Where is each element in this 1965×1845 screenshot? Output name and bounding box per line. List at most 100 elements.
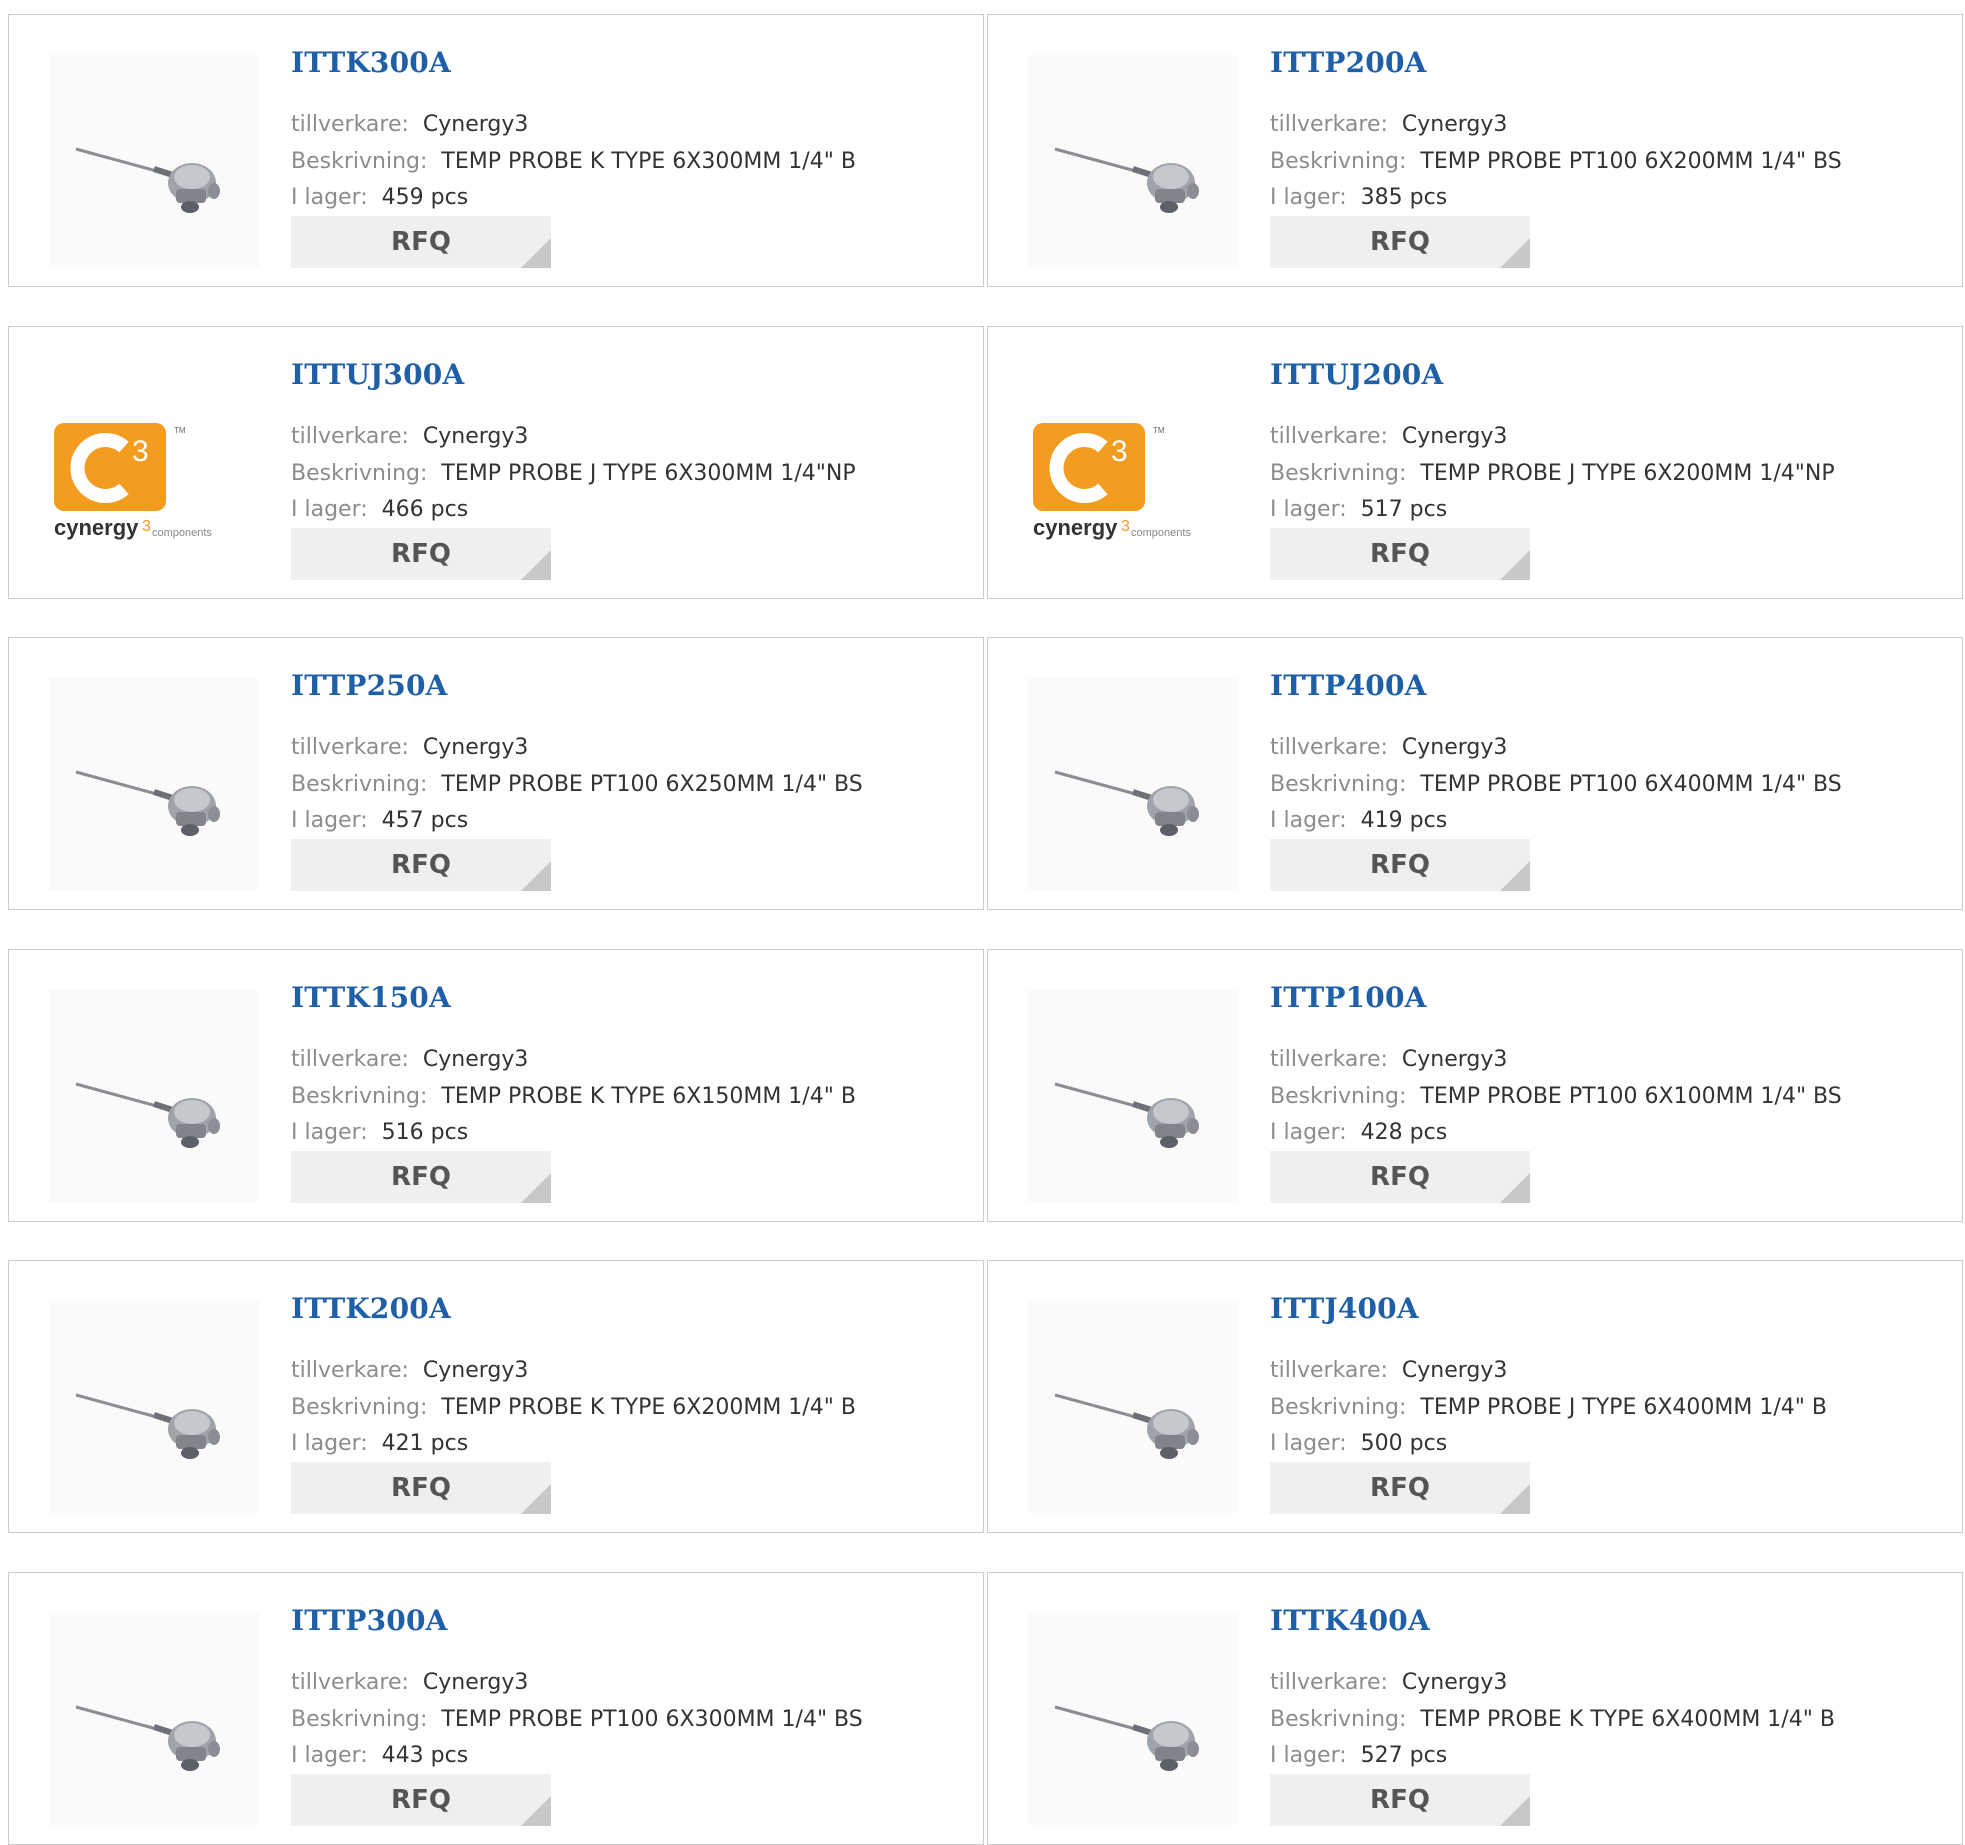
corner-fold-icon xyxy=(521,238,551,268)
stock-row: I lager: 428 pcs xyxy=(1270,1119,1447,1147)
part-number-link[interactable]: ITTP300A xyxy=(291,1604,448,1637)
svg-text:cynergy: cynergy xyxy=(1033,515,1118,540)
rfq-button[interactable]: RFQ xyxy=(1270,528,1530,580)
stock-row: I lager: 527 pcs xyxy=(1270,1742,1447,1770)
rfq-label: RFQ xyxy=(1370,227,1430,257)
product-image[interactable] xyxy=(1028,1301,1238,1513)
corner-fold-icon xyxy=(521,1173,551,1203)
description-row: Beskrivning: TEMP PROBE PT100 6X400MM 1/4… xyxy=(1270,771,1842,799)
stock-label: I lager: xyxy=(1270,1743,1347,1768)
description-label: Beskrivning: xyxy=(291,149,428,174)
rfq-button[interactable]: RFQ xyxy=(291,528,551,580)
product-card: ITTP250A tillverkare: Cynergy3 Beskrivnin… xyxy=(8,637,984,910)
product-image[interactable] xyxy=(49,55,259,267)
rfq-button[interactable]: RFQ xyxy=(291,1462,551,1514)
temp-probe-icon xyxy=(75,147,220,213)
rfq-button[interactable]: RFQ xyxy=(1270,1151,1530,1203)
part-number-link[interactable]: ITTUJ200A xyxy=(1270,358,1443,391)
stock-value: 466 pcs xyxy=(381,497,469,522)
stock-label: I lager: xyxy=(291,185,368,210)
part-number-link[interactable]: ITTK150A xyxy=(291,981,451,1014)
rfq-button[interactable]: RFQ xyxy=(291,1774,551,1826)
manufacturer-value: Cynergy3 xyxy=(1401,112,1508,137)
product-image[interactable] xyxy=(1028,55,1238,267)
part-number-link[interactable]: ITTK400A xyxy=(1270,1604,1430,1637)
manufacturer-label: tillverkare: xyxy=(291,1670,409,1695)
part-number-link[interactable]: ITTJ400A xyxy=(1270,1292,1419,1325)
product-card: ITTK150A tillverkare: Cynergy3 Beskrivnin… xyxy=(8,949,984,1222)
description-value: TEMP PROBE PT100 6X100MM 1/4" BS xyxy=(1420,1084,1842,1109)
stock-row: I lager: 419 pcs xyxy=(1270,807,1447,835)
corner-fold-icon xyxy=(521,1796,551,1826)
manufacturer-row: tillverkare: Cynergy3 xyxy=(291,1669,528,1697)
stock-label: I lager: xyxy=(1270,1120,1347,1145)
manufacturer-row: tillverkare: Cynergy3 xyxy=(291,734,528,762)
manufacturer-label: tillverkare: xyxy=(1270,1358,1388,1383)
product-card: ITTK300A tillverkare: Cynergy3 Beskrivnin… xyxy=(8,14,984,287)
product-image[interactable] xyxy=(49,1613,259,1825)
stock-value: 385 pcs xyxy=(1360,185,1448,210)
svg-text:3: 3 xyxy=(1121,518,1130,535)
part-number-link[interactable]: ITTP250A xyxy=(291,669,448,702)
stock-label: I lager: xyxy=(291,1743,368,1768)
manufacturer-label: tillverkare: xyxy=(291,1358,409,1383)
product-image[interactable] xyxy=(49,1301,259,1513)
rfq-label: RFQ xyxy=(391,539,451,569)
manufacturer-row: tillverkare: Cynergy3 xyxy=(1270,111,1507,139)
description-label: Beskrivning: xyxy=(1270,772,1407,797)
part-number-link[interactable]: ITTP200A xyxy=(1270,46,1427,79)
part-number-link[interactable]: ITTP400A xyxy=(1270,669,1427,702)
description-value: TEMP PROBE J TYPE 6X300MM 1/4"NP xyxy=(441,461,856,486)
rfq-label: RFQ xyxy=(391,1473,451,1503)
manufacturer-row: tillverkare: Cynergy3 xyxy=(1270,734,1507,762)
product-image[interactable] xyxy=(49,678,259,890)
description-row: Beskrivning: TEMP PROBE K TYPE 6X300MM 1/… xyxy=(291,148,856,176)
corner-fold-icon xyxy=(1500,238,1530,268)
part-number-link[interactable]: ITTK200A xyxy=(291,1292,451,1325)
rfq-button[interactable]: RFQ xyxy=(1270,216,1530,268)
product-image[interactable] xyxy=(1028,990,1238,1202)
product-image[interactable] xyxy=(1028,1613,1238,1825)
stock-label: I lager: xyxy=(291,497,368,522)
rfq-button[interactable]: RFQ xyxy=(1270,839,1530,891)
part-number-link[interactable]: ITTP100A xyxy=(1270,981,1427,1014)
manufacturer-row: tillverkare: Cynergy3 xyxy=(1270,1046,1507,1074)
description-row: Beskrivning: TEMP PROBE PT100 6X250MM 1/4… xyxy=(291,771,863,799)
stock-value: 443 pcs xyxy=(381,1743,469,1768)
product-image[interactable] xyxy=(1028,678,1238,890)
description-row: Beskrivning: TEMP PROBE PT100 6X200MM 1/4… xyxy=(1270,148,1842,176)
product-image[interactable] xyxy=(49,990,259,1202)
stock-value: 419 pcs xyxy=(1360,808,1448,833)
description-value: TEMP PROBE PT100 6X300MM 1/4" BS xyxy=(441,1707,863,1732)
product-card: ITTP400A tillverkare: Cynergy3 Beskrivnin… xyxy=(987,637,1963,910)
rfq-button[interactable]: RFQ xyxy=(291,839,551,891)
description-label: Beskrivning: xyxy=(1270,461,1407,486)
rfq-button[interactable]: RFQ xyxy=(291,216,551,268)
description-row: Beskrivning: TEMP PROBE PT100 6X100MM 1/4… xyxy=(1270,1083,1842,1111)
rfq-button[interactable]: RFQ xyxy=(291,1151,551,1203)
stock-row: I lager: 385 pcs xyxy=(1270,184,1447,212)
description-row: Beskrivning: TEMP PROBE J TYPE 6X300MM 1/… xyxy=(291,460,856,488)
rfq-button[interactable]: RFQ xyxy=(1270,1774,1530,1826)
stock-label: I lager: xyxy=(291,1120,368,1145)
manufacturer-value: Cynergy3 xyxy=(1401,1047,1508,1072)
product-image[interactable]: 3 TM cynergy 3 components xyxy=(1028,367,1238,579)
corner-fold-icon xyxy=(1500,1484,1530,1514)
stock-row: I lager: 517 pcs xyxy=(1270,496,1447,524)
description-value: TEMP PROBE PT100 6X400MM 1/4" BS xyxy=(1420,772,1842,797)
manufacturer-label: tillverkare: xyxy=(1270,112,1388,137)
rfq-label: RFQ xyxy=(1370,1473,1430,1503)
product-card: ITTP100A tillverkare: Cynergy3 Beskrivnin… xyxy=(987,949,1963,1222)
description-row: Beskrivning: TEMP PROBE J TYPE 6X200MM 1/… xyxy=(1270,460,1835,488)
manufacturer-value: Cynergy3 xyxy=(1401,424,1508,449)
stock-label: I lager: xyxy=(291,1431,368,1456)
part-number-link[interactable]: ITTK300A xyxy=(291,46,451,79)
product-image[interactable]: 3 TM cynergy 3 components xyxy=(49,367,259,579)
part-number-link[interactable]: ITTUJ300A xyxy=(291,358,464,391)
rfq-button[interactable]: RFQ xyxy=(1270,1462,1530,1514)
manufacturer-label: tillverkare: xyxy=(1270,1047,1388,1072)
product-card: ITTP200A tillverkare: Cynergy3 Beskrivnin… xyxy=(987,14,1963,287)
manufacturer-row: tillverkare: Cynergy3 xyxy=(291,111,528,139)
product-card: 3 TM cynergy 3 components ITTUJ300A till… xyxy=(8,326,984,599)
stock-value: 428 pcs xyxy=(1360,1120,1448,1145)
